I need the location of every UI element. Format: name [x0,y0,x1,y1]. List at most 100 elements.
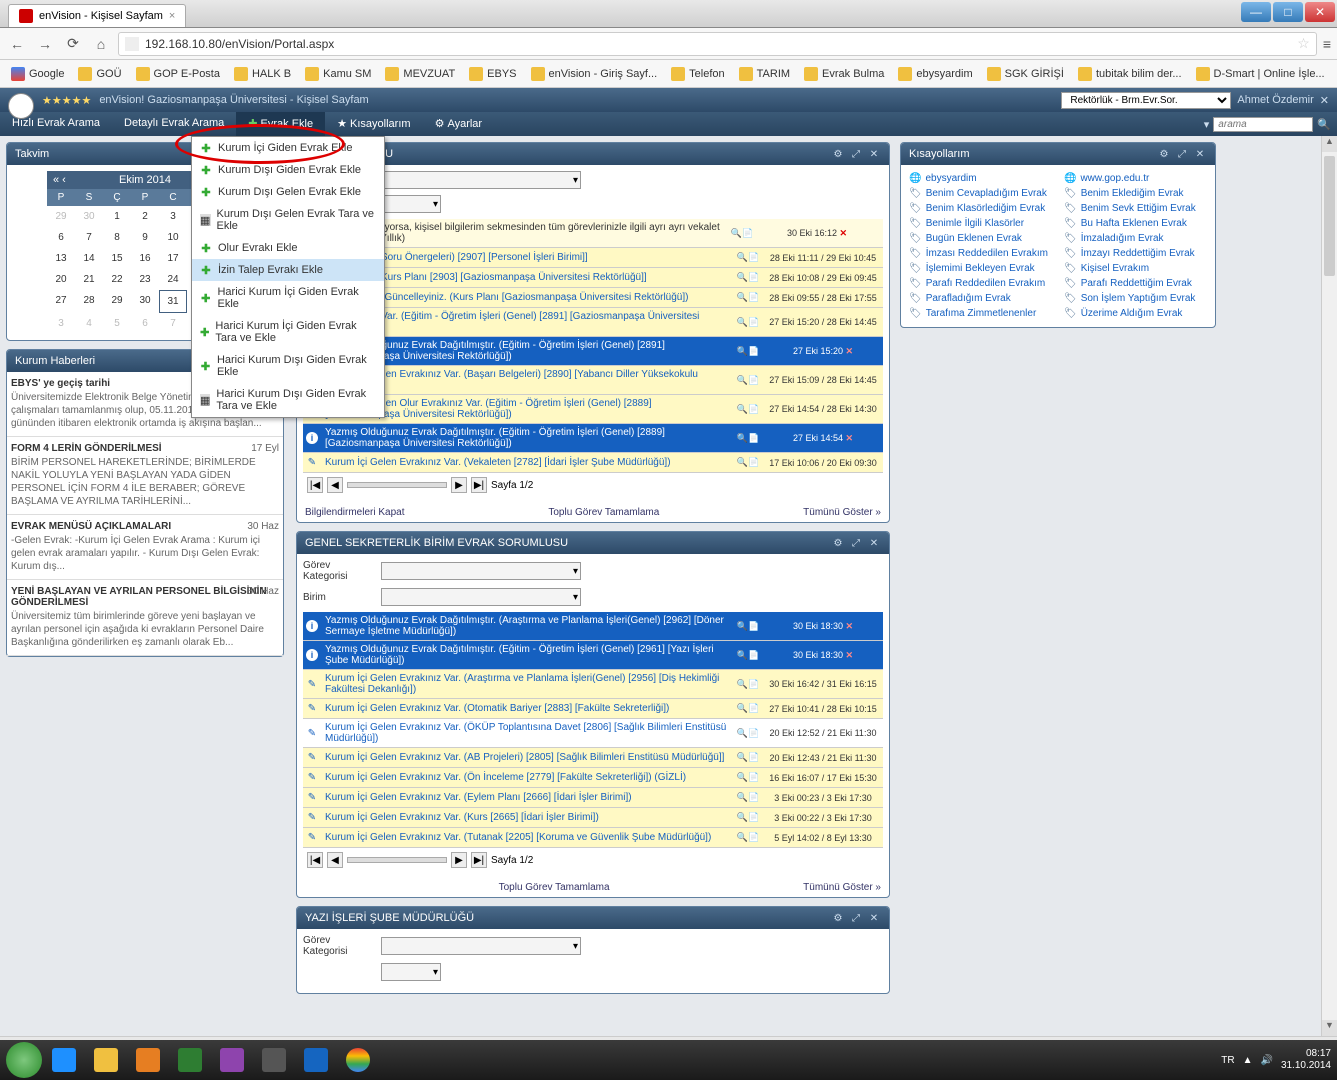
magnify-icon[interactable] [737,812,748,823]
magnify-icon[interactable] [737,404,748,415]
bookmark-item[interactable]: ebysyardim [893,64,977,84]
shortcut-link[interactable]: 🏷Bu Hafta Eklenen Evrak [1064,218,1207,229]
row-actions[interactable] [733,703,763,714]
panel-expand-icon[interactable]: ⤢ [849,536,863,550]
row-icon[interactable] [303,679,321,690]
scroll-thumb[interactable] [1324,156,1335,276]
row-actions[interactable] [733,346,763,357]
bookmark-item[interactable]: GOP E-Posta [131,64,225,84]
shortcut-link[interactable]: 🏷Üzerime Aldığım Evrak [1064,308,1207,319]
document-icon[interactable] [748,317,759,328]
calendar-day[interactable]: 3 [159,206,187,227]
row-actions[interactable] [733,772,763,783]
bookmark-item[interactable]: Google [6,64,69,84]
panel-close-icon[interactable]: ✕ [867,147,881,161]
magnify-icon[interactable] [737,375,748,386]
magnify-icon[interactable] [737,433,748,444]
row-text[interactable]: Kurum İçi Gelen Evrakınız Var. (Ön İncel… [321,769,733,786]
dropdown-item[interactable]: ✚Kurum Dışı Giden Evrak Ekle [192,159,384,181]
delete-icon[interactable]: ✕ [846,433,854,443]
shortcut-link[interactable]: 🏷Parafı Reddedilen Evrakım [909,278,1052,289]
panel-settings-icon[interactable]: ⚙ [831,147,845,161]
row-actions[interactable] [727,228,757,239]
dropdown-item[interactable]: ✚Olur Evrakı Ekle [192,237,384,259]
calendar-day[interactable]: 15 [103,248,131,269]
calendar-day[interactable]: 27 [47,290,75,313]
delete-icon[interactable]: ✕ [840,228,848,238]
row-actions[interactable] [733,752,763,763]
edit-icon[interactable] [308,457,316,468]
pager-next-icon[interactable]: ▶ [451,852,467,868]
dropdown-item[interactable]: ✚Kurum İçi Giden Evrak Ekle [192,137,384,159]
magnify-icon[interactable] [737,457,748,468]
document-icon[interactable] [748,772,759,783]
document-icon[interactable] [748,792,759,803]
bookmark-item[interactable]: SGK GİRİŞİ [982,64,1069,84]
shortcut-link[interactable]: 🏷Parafı Reddettiğim Evrak [1064,278,1207,289]
calendar-day[interactable]: 3 [47,313,75,334]
calendar-day[interactable]: 28 [75,290,103,313]
pager-prev-icon[interactable]: ◀ [327,477,343,493]
calendar-day[interactable]: 14 [75,248,103,269]
delete-icon[interactable]: ✕ [846,346,854,356]
grid-row[interactable]: iYazmış Olduğunuz Evrak Dağıtılmıştır. (… [303,641,883,670]
calendar-day[interactable]: 30 [131,290,159,313]
shortcut-link[interactable]: 🏷Benim Cevapladığım Evrak [909,188,1052,199]
calendar-day[interactable]: 30 [75,206,103,227]
calendar-day[interactable]: 8 [103,227,131,248]
row-icon[interactable] [303,703,321,714]
taskbar-clock[interactable]: 08:17 31.10.2014 [1281,1048,1331,1072]
magnify-icon[interactable] [737,728,748,739]
row-actions[interactable] [733,375,763,386]
pager-first-icon[interactable]: |◀ [307,477,323,493]
taskbar-word-icon[interactable] [296,1044,336,1076]
scroll-up-icon[interactable]: ▲ [1322,136,1337,152]
category-select[interactable]: ▾ [381,937,581,955]
show-all-link[interactable]: Tümünü Göster » [803,882,881,893]
row-text[interactable]: Kurum İçi Gelen Evrakınız Var. (Otomatik… [321,700,733,717]
row-actions[interactable] [733,292,763,303]
grid-row[interactable]: iYazmış Olduğunuz Evrak Dağıtılmıştır. (… [303,424,883,453]
bulk-complete-link[interactable]: Toplu Görev Tamamlama [548,507,659,518]
magnify-icon[interactable] [737,292,748,303]
browser-tab[interactable]: enVision - Kişisel Sayfam × [8,4,186,27]
row-actions[interactable] [733,457,763,468]
row-icon[interactable] [303,812,321,823]
document-icon[interactable] [748,621,759,632]
grid-row[interactable]: Kurum İçi Gelen Evrakınız Var. (Vekalete… [303,453,883,473]
document-icon[interactable] [748,812,759,823]
dropdown-item[interactable]: ✚Kurum Dışı Gelen Evrak Ekle [192,181,384,203]
row-text[interactable]: Kurum İçi Gelen Evrakınız Var. (Tutanak … [321,829,733,846]
grid-row[interactable]: Kurum İçi Gelen Evrakınız Var. (Araştırm… [303,670,883,699]
magnify-icon[interactable] [737,752,748,763]
dropdown-item[interactable]: ✚Harici Kurum Dışı Giden Evrak Ekle [192,349,384,383]
row-icon[interactable]: i [303,432,321,444]
row-icon[interactable] [303,772,321,783]
magnify-icon[interactable] [737,621,748,632]
vertical-scrollbar[interactable]: ▲ ▼ [1321,136,1337,1036]
row-icon[interactable] [303,457,321,468]
shortcut-link[interactable]: 🏷Parafladığım Evrak [909,293,1052,304]
row-icon[interactable] [303,832,321,843]
unit-select[interactable]: ▾ [381,963,441,981]
edit-icon[interactable] [308,679,316,690]
app-search-input[interactable] [1213,117,1313,132]
edit-icon[interactable] [308,772,316,783]
bookmark-item[interactable]: EBYS [464,64,521,84]
taskbar-excel-icon[interactable] [170,1044,210,1076]
category-select[interactable]: ▾ [381,562,581,580]
row-icon[interactable]: i [303,620,321,632]
edit-icon[interactable] [308,792,316,803]
news-item[interactable]: FORM 4 LERİN GÖNDERİLMESİ17 EylBİRİM PER… [7,437,283,515]
panel-expand-icon[interactable]: ⤢ [1175,147,1189,161]
grid-row[interactable]: rakınız Var. (Soru Önergeleri) [2907] [P… [303,248,883,268]
row-actions[interactable] [733,679,763,690]
row-icon[interactable] [303,728,321,739]
shortcut-link[interactable]: 🏷Benim Eklediğim Evrak [1064,188,1207,199]
calendar-day[interactable]: 31 [159,290,187,313]
grid-row[interactable]: Kurum İçi Gelen Evrakınız Var. (Otomatik… [303,699,883,719]
row-text[interactable]: Kurum İçi Gelen Evrakınız Var. (AB Proje… [321,749,733,766]
calendar-day[interactable]: 13 [47,248,75,269]
grid-row[interactable]: rak Bilgilerini Güncelleyiniz. (Kurs Pla… [303,288,883,308]
grid-row[interactable]: Kurum İçi Gelen Evrakınız Var. (Ön İncel… [303,768,883,788]
